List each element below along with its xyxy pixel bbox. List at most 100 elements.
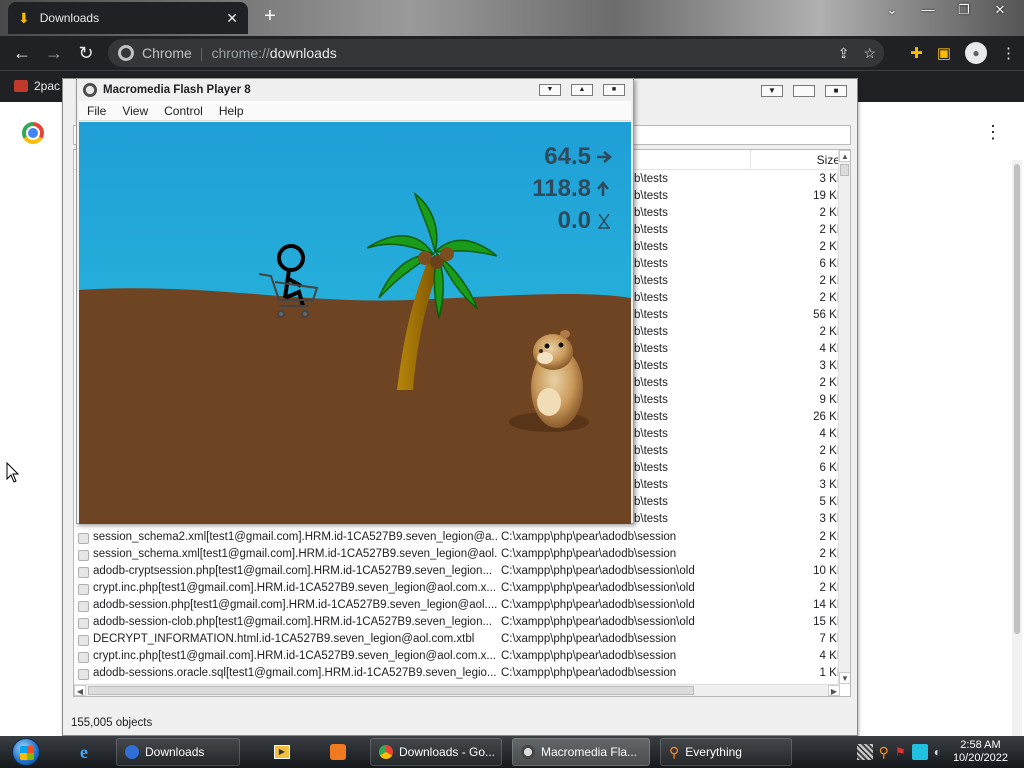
row-size: 26 KI [813, 411, 840, 423]
start-button[interactable] [6, 736, 46, 768]
vertical-scrollbar[interactable]: ▲ ▼ [838, 150, 850, 684]
table-row[interactable]: adodb-session.php[test1@gmail.com].HRM.i… [74, 598, 840, 615]
taskbar-item-everything[interactable]: ⚲ Everything [660, 738, 792, 766]
reload-button[interactable]: ↻ [70, 37, 102, 69]
file-icon [78, 669, 89, 680]
taskbar-item-label: Downloads - Go... [399, 745, 496, 759]
minimize-button[interactable]: ▼ [761, 85, 783, 97]
file-icon [78, 652, 89, 663]
tab-downloads[interactable]: ⬇ Downloads ✕ [8, 2, 248, 34]
back-button[interactable]: ← [6, 37, 38, 69]
scroll-down-icon[interactable]: ▼ [839, 672, 850, 684]
chrome-menu-icon[interactable]: ⋮ [1001, 44, 1016, 62]
maximize-button[interactable] [793, 85, 815, 97]
taskbar-item-downloads-folder[interactable]: Downloads [116, 738, 240, 766]
flag-icon[interactable]: ⚑ [895, 745, 906, 759]
row-path: b\tests [634, 428, 668, 440]
menu-file[interactable]: File [87, 104, 106, 118]
internet-explorer-icon[interactable]: e [70, 740, 98, 764]
app-icon[interactable] [324, 740, 352, 764]
row-path: b\tests [634, 258, 668, 270]
row-size: 2 KI [819, 241, 840, 253]
browser-tab-strip: ⬇ Downloads ✕ + ⌄ — ❐ ✕ [0, 0, 1024, 36]
address-bar[interactable]: Chrome | chrome://downloads ⇪ ☆ [108, 39, 884, 67]
scroll-left-icon[interactable]: ◀ [74, 685, 86, 696]
table-row[interactable]: crypt.inc.php[test1@gmail.com].HRM.id-1C… [74, 649, 840, 666]
chevron-down-icon[interactable]: ⌄ [874, 0, 910, 20]
table-row[interactable]: DECRYPT_INFORMATION.html.id-1CA527B9.sev… [74, 632, 840, 649]
side-panel-icon[interactable]: ▣ [937, 44, 951, 62]
scroll-thumb[interactable] [840, 164, 849, 176]
media-player-icon[interactable]: ▶ [268, 740, 296, 764]
minimize-button[interactable]: ▼ [539, 84, 561, 96]
scroll-thumb[interactable] [88, 686, 694, 695]
new-tab-button[interactable]: + [258, 4, 282, 28]
flash-title-bar[interactable]: Macromedia Flash Player 8 ▼ ▲ ■ [77, 79, 633, 101]
toolbar-right-group: ✚ ▣ ● ⋮ [910, 36, 1016, 70]
row-path: b\tests [634, 394, 668, 406]
extensions-icon[interactable]: ✚ [910, 44, 923, 62]
column-size[interactable]: Size [800, 153, 840, 167]
row-size: 9 KI [819, 394, 840, 406]
bookmark-2pac[interactable]: 2pac [14, 79, 60, 93]
row-path: b\tests [634, 411, 668, 423]
bookmark-star-icon[interactable]: ☆ [863, 45, 876, 62]
row-size: 2 KI [819, 548, 840, 560]
more-options-icon[interactable]: ⋮ [984, 122, 1002, 143]
minimize-button[interactable]: — [910, 0, 946, 20]
menu-help[interactable]: Help [219, 104, 244, 118]
horizontal-scrollbar[interactable]: ◀ ▶ [74, 684, 840, 696]
restore-button[interactable]: ❐ [946, 0, 982, 20]
close-button[interactable]: ■ [603, 84, 625, 96]
game-stage[interactable]: 64.5 118.8 0.0 [79, 122, 631, 524]
close-button[interactable]: ■ [825, 85, 847, 97]
row-size: 3 KI [819, 479, 840, 491]
profile-avatar-icon[interactable]: ● [965, 42, 987, 64]
menu-view[interactable]: View [122, 104, 148, 118]
network-icon[interactable] [856, 744, 873, 760]
clock[interactable]: 2:58 AM 10/20/2022 [953, 739, 1008, 765]
table-row[interactable]: adodb-session-clob.php[test1@gmail.com].… [74, 615, 840, 632]
page-scrollbar[interactable] [1012, 160, 1022, 736]
file-icon [78, 601, 89, 612]
monitor-icon[interactable] [911, 744, 928, 760]
search-tray-icon[interactable]: ⚲ [879, 744, 889, 761]
bookmark-favicon-icon [14, 80, 28, 92]
row-path: b\tests [634, 513, 668, 525]
taskbar-item-chrome-downloads[interactable]: Downloads - Go... [370, 738, 502, 766]
share-icon[interactable]: ⇪ [838, 45, 850, 62]
scroll-right-icon[interactable]: ▶ [828, 685, 840, 696]
table-row[interactable]: session_schema.xml[test1@gmail.com].HRM.… [74, 547, 840, 564]
row-path: C:\xampp\php\pear\adodb\session\old [501, 582, 695, 594]
hud-distance: 64.5 [544, 143, 591, 170]
close-tab-icon[interactable]: ✕ [226, 10, 238, 27]
chrome-icon [379, 745, 393, 759]
address-prefix: Chrome [142, 45, 192, 61]
row-size: 3 KI [819, 173, 840, 185]
row-size: 2 KI [819, 292, 840, 304]
menu-control[interactable]: Control [164, 104, 203, 118]
row-name: session_schema.xml[test1@gmail.com].HRM.… [93, 548, 498, 560]
row-path: C:\xampp\php\pear\adodb\session [501, 667, 677, 679]
system-tray: ⚲ ⚑ ◐ 2:58 AM 10/20/2022 [856, 736, 1020, 768]
row-path: b\tests [634, 224, 668, 236]
volume-icon[interactable]: ◐ [934, 745, 941, 759]
row-size: 3 KI [819, 513, 840, 525]
row-size: 15 KI [813, 616, 840, 628]
table-row[interactable]: crypt.inc.php[test1@gmail.com].HRM.id-1C… [74, 581, 840, 598]
maximize-button[interactable]: ▲ [571, 84, 593, 96]
table-row[interactable]: session_schema2.xml[test1@gmail.com].HRM… [74, 530, 840, 547]
row-path: b\tests [634, 377, 668, 389]
close-window-button[interactable]: ✕ [982, 0, 1018, 20]
taskbar-item-flash-player[interactable]: Macromedia Fla... [512, 738, 650, 766]
table-row[interactable]: adodb-cryptsession.php[test1@gmail.com].… [74, 564, 840, 581]
row-size: 1 KI [819, 667, 840, 679]
row-name: crypt.inc.php[test1@gmail.com].HRM.id-1C… [93, 582, 497, 594]
row-size: 14 KI [813, 599, 840, 611]
row-path: C:\xampp\php\pear\adodb\session\old [501, 616, 695, 628]
row-name: adodb-sessions.oracle.sql[test1@gmail.co… [93, 667, 497, 679]
forward-button[interactable]: → [38, 37, 70, 69]
table-row[interactable]: adodb-sessions.oracle.sql[test1@gmail.co… [74, 666, 840, 683]
scroll-up-icon[interactable]: ▲ [839, 150, 850, 162]
address-scheme: chrome:// [211, 45, 270, 61]
